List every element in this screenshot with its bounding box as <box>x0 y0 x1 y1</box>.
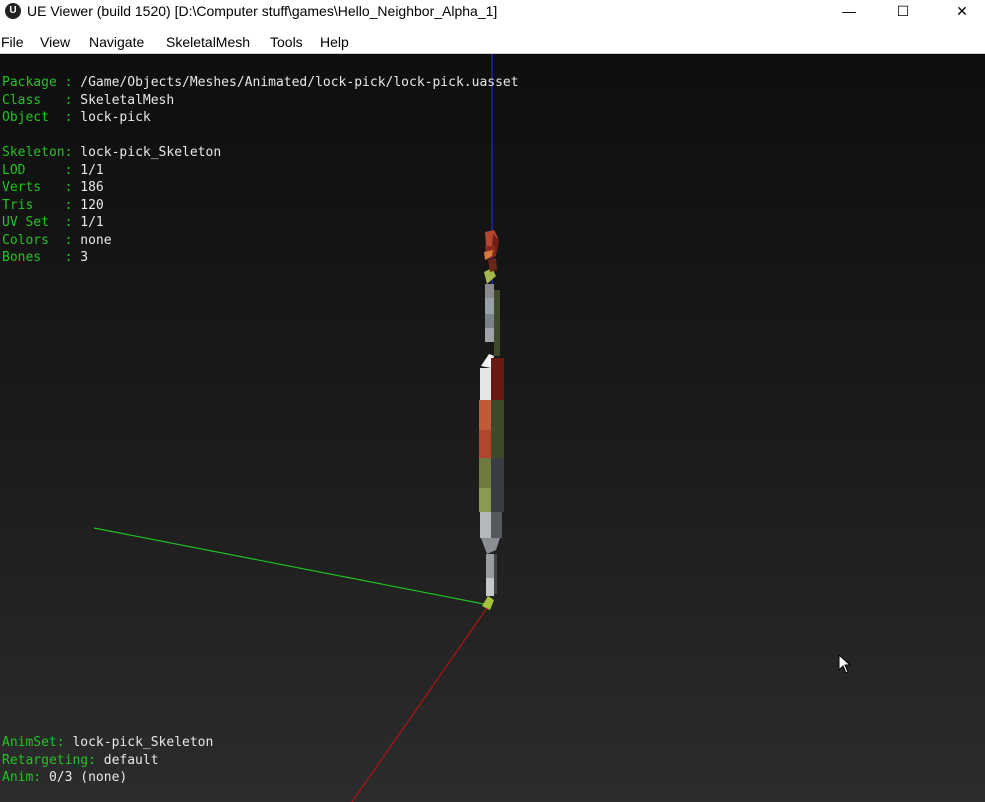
uvset-key: UV Set : <box>2 215 81 230</box>
retargeting-key: Retargeting: <box>2 752 104 768</box>
axis-y-line <box>93 527 490 606</box>
anim-info-panel: AnimSet: lock-pick_Skeleton Retargeting:… <box>2 734 213 787</box>
package-value: /Game/Objects/Meshes/Animated/lock-pick/… <box>80 75 519 90</box>
colors-key: Colors : <box>2 232 81 248</box>
maximize-button[interactable]: ☐ <box>880 0 926 23</box>
lock-pick-mesh <box>479 230 504 610</box>
tris-key: Tris : <box>2 197 81 213</box>
bones-key: Bones : <box>2 250 81 265</box>
class-value: SkeletalMesh <box>80 92 175 108</box>
menu-tools[interactable]: Tools <box>270 34 303 50</box>
class-key: Class : <box>2 92 81 108</box>
object-key: Object : <box>2 110 81 125</box>
menu-help[interactable]: Help <box>320 34 349 50</box>
axis-x-line <box>351 604 490 802</box>
skeleton-value: lock-pick_Skeleton <box>80 145 222 160</box>
verts-key: Verts : <box>2 180 81 195</box>
anim-value: 0/3 (none) <box>48 770 128 785</box>
bones-value: 3 <box>80 250 89 265</box>
lod-key: LOD : <box>2 162 81 178</box>
tris-value: 120 <box>80 197 104 213</box>
skeleton-key: Skeleton: <box>2 145 81 160</box>
animset-value: lock-pick_Skeleton <box>72 735 214 750</box>
package-key: Package : <box>2 75 81 90</box>
app-icon: U <box>5 3 21 19</box>
mesh-info-panel: Package : /Game/Objects/Meshes/Animated/… <box>2 74 519 267</box>
minimize-button[interactable]: — <box>826 0 872 23</box>
window-title: UE Viewer (build 1520) [D:\Computer stuf… <box>27 3 498 19</box>
uvset-value: 1/1 <box>80 215 104 230</box>
colors-value: none <box>80 232 112 248</box>
menu-view[interactable]: View <box>40 34 70 50</box>
menu-skeletalmesh[interactable]: SkeletalMesh <box>166 34 250 50</box>
3d-viewport[interactable]: Package : /Game/Objects/Meshes/Animated/… <box>0 54 985 802</box>
lod-value: 1/1 <box>80 162 104 178</box>
object-value: lock-pick <box>80 110 151 125</box>
verts-value: 186 <box>80 180 104 195</box>
menu-file[interactable]: File <box>1 34 24 50</box>
animset-key: AnimSet: <box>2 735 73 750</box>
anim-key: Anim: <box>2 770 49 785</box>
close-button[interactable]: ✕ <box>939 0 985 23</box>
title-bar: U UE Viewer (build 1520) [D:\Computer st… <box>0 0 985 23</box>
menu-navigate[interactable]: Navigate <box>89 34 144 50</box>
menu-bar: File View Navigate SkeletalMesh Tools He… <box>0 31 985 54</box>
retargeting-value: default <box>103 752 159 768</box>
mouse-cursor-icon <box>838 654 852 674</box>
